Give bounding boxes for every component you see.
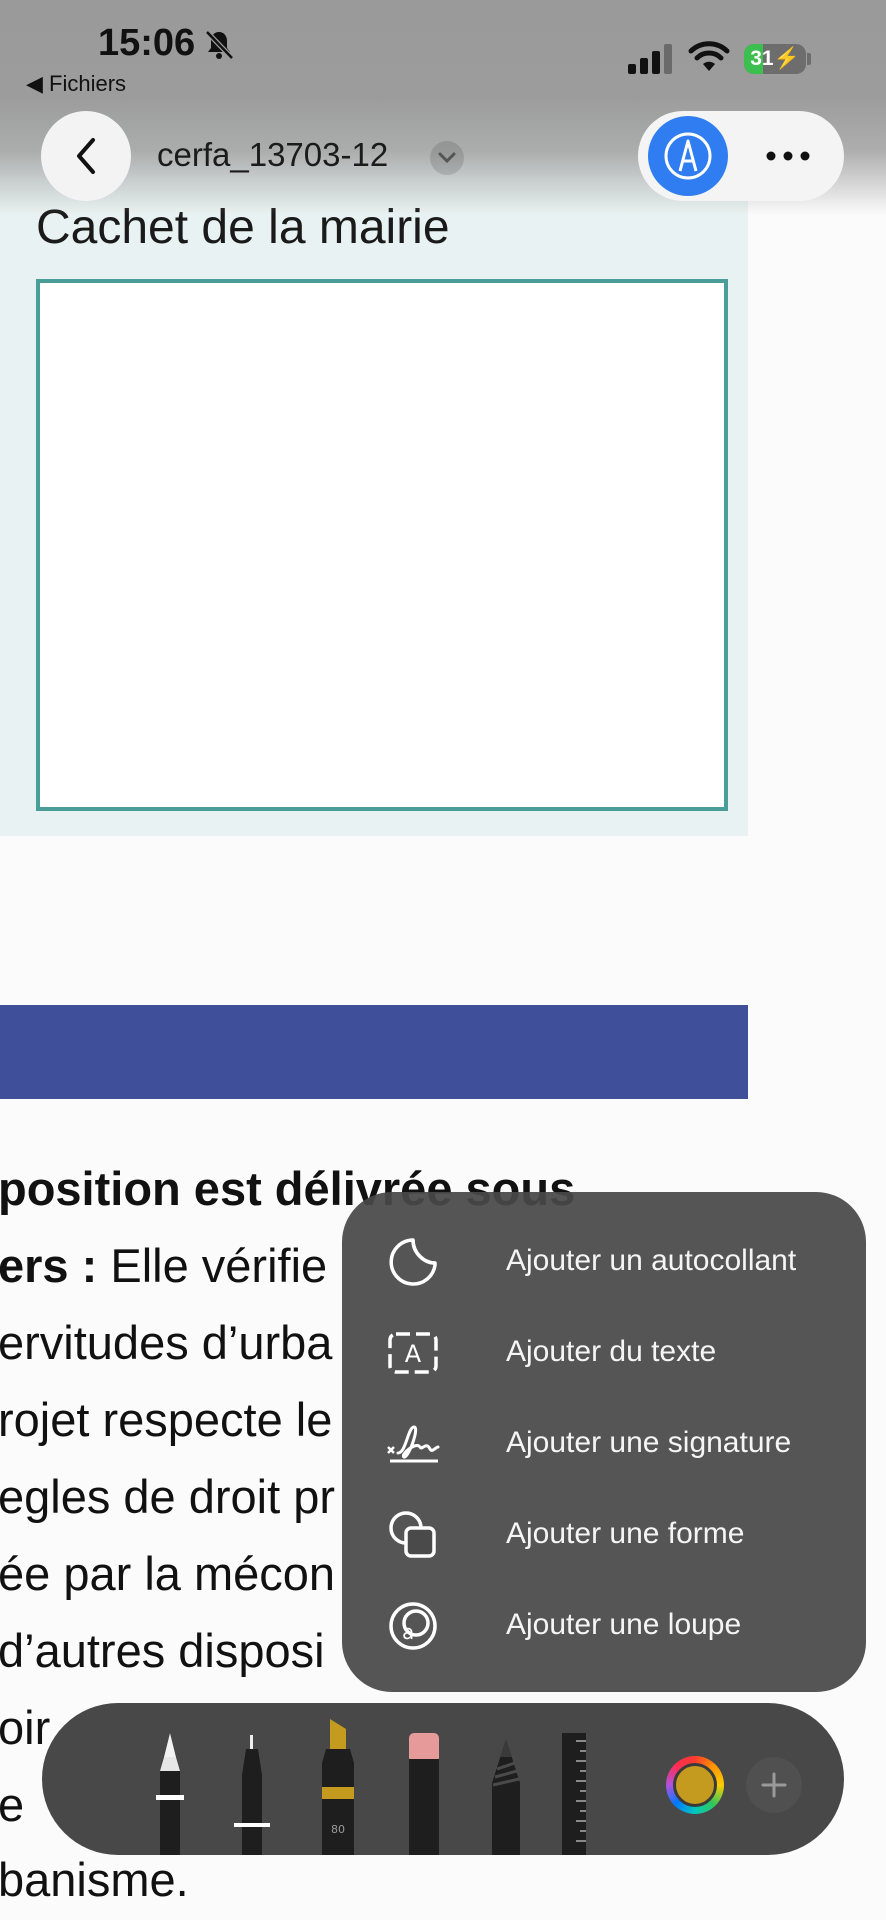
sticker-icon	[389, 1238, 437, 1286]
svg-text:A: A	[405, 1340, 422, 1368]
back-button[interactable]	[41, 111, 131, 201]
section-header-band	[0, 1005, 748, 1099]
markup-button[interactable]	[648, 116, 728, 196]
battery-level: 31⚡	[750, 47, 800, 70]
magnifier-icon: a	[389, 1602, 437, 1650]
chevron-left-icon	[77, 138, 95, 174]
shape-icon	[389, 1511, 436, 1558]
markup-pen-icon	[664, 132, 712, 180]
menu-item-magnifier[interactable]: a Ajouter une loupe	[342, 1581, 866, 1671]
wifi-icon	[688, 41, 730, 71]
plus-icon	[761, 1772, 787, 1798]
battery-cap	[807, 53, 811, 65]
signature-icon	[387, 1425, 440, 1463]
stamp-box[interactable]	[36, 279, 728, 811]
ellipsis-icon	[766, 151, 810, 161]
back-to-files-link[interactable]: ◀ Fichiers	[26, 71, 126, 97]
markup-tool-palette: 80	[42, 1703, 844, 1855]
menu-item-shape[interactable]: Ajouter une forme	[342, 1490, 866, 1580]
ruler-tool[interactable]	[562, 1733, 586, 1855]
pen-tool[interactable]	[152, 1733, 188, 1855]
menu-item-text[interactable]: A Ajouter du texte	[342, 1308, 866, 1398]
fineliner-tool[interactable]	[234, 1735, 270, 1855]
selected-color-swatch	[673, 1763, 717, 1807]
bell-slash-icon	[205, 30, 234, 60]
highlighter-tool[interactable]: 80	[318, 1719, 358, 1855]
add-annotation-menu: Ajouter un autocollant A Ajouter du text…	[342, 1192, 866, 1692]
marker-size-label: 80	[331, 1823, 345, 1836]
svg-text:a: a	[402, 1620, 414, 1644]
text-box-icon: A	[388, 1332, 438, 1374]
add-annotation-button[interactable]	[746, 1757, 802, 1813]
battery-charging-icon: 31⚡	[744, 44, 806, 74]
signal-icon	[628, 44, 672, 74]
document-title[interactable]: cerfa_13703-12	[157, 136, 388, 174]
eraser-tool[interactable]	[406, 1733, 442, 1855]
pencil-tool[interactable]	[488, 1739, 524, 1855]
menu-item-signature[interactable]: Ajouter une signature	[342, 1399, 866, 1489]
title-menu-button[interactable]	[430, 141, 464, 175]
chevron-down-icon	[438, 152, 456, 164]
color-picker-button[interactable]	[666, 1756, 724, 1814]
text-line-last: banisme.	[0, 1853, 189, 1906]
more-button[interactable]	[758, 131, 818, 181]
status-time: 15:06	[98, 22, 196, 64]
menu-item-sticker[interactable]: Ajouter un autocollant	[342, 1217, 866, 1307]
nav-actions-pill	[638, 111, 844, 201]
